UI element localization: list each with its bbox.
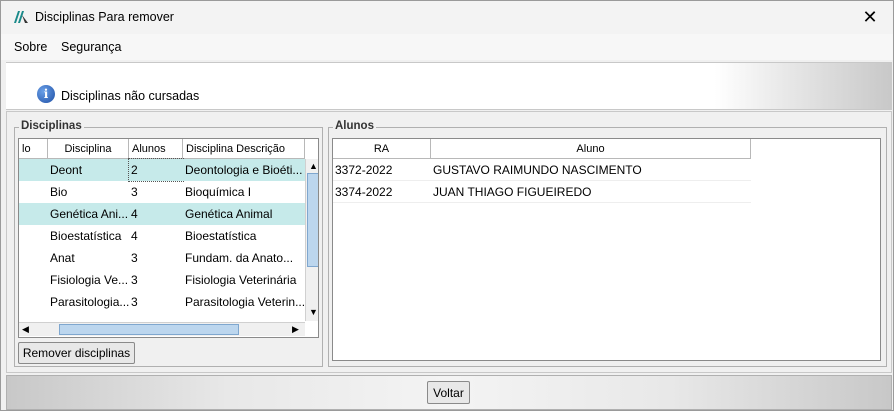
cell-lo[interactable] [19, 203, 48, 225]
scroll-down-icon[interactable]: ▼ [309, 307, 318, 317]
main-window: Disciplinas Para remover ✕ Sobre Seguran… [0, 0, 894, 411]
cell-ra[interactable]: 3374-2022 [333, 181, 431, 203]
close-icon[interactable]: ✕ [847, 1, 893, 34]
cell-descricao[interactable]: Parasitologia Veterin... [183, 291, 305, 313]
title-bar: Disciplinas Para remover ✕ [1, 1, 893, 34]
cell-lo[interactable] [19, 247, 48, 269]
vertical-scrollbar[interactable]: ▲ ▼ [305, 159, 318, 321]
table-row[interactable]: Bio 3 Bioquímica I [19, 181, 305, 203]
app-logo-icon [13, 10, 29, 24]
table-row[interactable]: Fisiologia Ve... 3 Fisiologia Veterinária [19, 269, 305, 291]
col-header-descricao[interactable]: Disciplina Descrição [183, 139, 305, 159]
scroll-up-icon[interactable]: ▲ [309, 161, 318, 171]
table-row[interactable]: Deont 2 Deontologia e Bioéti... [19, 158, 305, 182]
table-row[interactable]: 3374-2022 JUAN THIAGO FIGUEIREDO [333, 181, 751, 203]
info-icon: i [37, 85, 55, 103]
cell-lo[interactable] [19, 181, 48, 203]
alunos-legend: Alunos [333, 120, 376, 132]
table-row[interactable]: Bioestatística 4 Bioestatística [19, 225, 305, 247]
vertical-scroll-thumb[interactable] [307, 173, 318, 267]
table-row[interactable]: Parasitologia... 3 Parasitologia Veterin..… [19, 291, 305, 313]
cell-alunos[interactable]: 3 [129, 291, 183, 313]
horizontal-scroll-thumb[interactable] [59, 324, 239, 335]
cell-alunos[interactable]: 3 [129, 247, 183, 269]
info-header: i Disciplinas não cursadas [6, 62, 892, 110]
cell-lo[interactable] [19, 269, 48, 291]
cell-alunos[interactable]: 2 [128, 158, 184, 182]
col-header-aluno[interactable]: Aluno [431, 139, 751, 159]
alunos-group: Alunos RA Aluno 3372-2022 GUSTAVO RAIMUND… [328, 120, 887, 367]
cell-disciplina[interactable]: Fisiologia Ve... [48, 269, 129, 291]
horizontal-scrollbar[interactable]: ◀ ▶ [19, 322, 305, 336]
window-title: Disciplinas Para remover [35, 10, 174, 24]
voltar-button[interactable]: Voltar [427, 381, 470, 404]
cell-disciplina[interactable]: Bio [48, 181, 129, 203]
remover-disciplinas-button[interactable]: Remover disciplinas [18, 342, 135, 364]
disciplinas-table[interactable]: lo Disciplina Alunos Disciplina Descriçã… [18, 138, 319, 338]
col-header-disciplina[interactable]: Disciplina [48, 139, 129, 159]
cell-aluno[interactable]: GUSTAVO RAIMUNDO NASCIMENTO [431, 159, 751, 181]
cell-descricao[interactable]: Bioquímica I [183, 181, 305, 203]
menu-bar: Sobre Segurança [1, 34, 893, 60]
cell-alunos[interactable]: 4 [129, 203, 183, 225]
table-row[interactable]: 3372-2022 GUSTAVO RAIMUNDO NASCIMENTO [333, 159, 751, 181]
cell-alunos[interactable]: 4 [129, 225, 183, 247]
col-header-lo[interactable]: lo [19, 139, 48, 159]
cell-descricao[interactable]: Fundam. da Anato... [183, 247, 305, 269]
col-header-alunos[interactable]: Alunos [129, 139, 183, 159]
table-row[interactable]: Genética Ani... 4 Genética Animal [19, 203, 305, 225]
cell-alunos[interactable]: 3 [129, 269, 183, 291]
cell-disciplina[interactable]: Parasitologia... [48, 291, 129, 313]
cell-lo[interactable] [19, 225, 48, 247]
menu-sobre[interactable]: Sobre [14, 40, 47, 54]
header-text: Disciplinas não cursadas [61, 89, 200, 103]
cell-disciplina[interactable]: Bioestatística [48, 225, 129, 247]
alunos-table[interactable]: RA Aluno 3372-2022 GUSTAVO RAIMUNDO NASCI… [332, 138, 881, 361]
cell-disciplina[interactable]: Deont [48, 159, 129, 181]
scroll-left-icon[interactable]: ◀ [22, 324, 29, 335]
cell-descricao[interactable]: Deontologia e Bioéti... [183, 159, 305, 181]
disciplinas-group: Disciplinas lo Disciplina Alunos Discipl… [14, 120, 323, 367]
cell-lo[interactable] [19, 291, 48, 313]
cell-descricao[interactable]: Fisiologia Veterinária [183, 269, 305, 291]
scroll-right-icon[interactable]: ▶ [292, 324, 299, 335]
menu-seguranca[interactable]: Segurança [61, 40, 121, 54]
cell-disciplina[interactable]: Genética Ani... [48, 203, 129, 225]
cell-descricao[interactable]: Bioestatística [183, 225, 305, 247]
cell-alunos[interactable]: 3 [129, 181, 183, 203]
cell-ra[interactable]: 3372-2022 [333, 159, 431, 181]
cell-lo[interactable] [19, 159, 48, 181]
cell-aluno[interactable]: JUAN THIAGO FIGUEIREDO [431, 181, 751, 203]
disciplinas-legend: Disciplinas [19, 120, 84, 132]
footer-bar: Voltar [6, 375, 892, 410]
content-area: Disciplinas lo Disciplina Alunos Discipl… [6, 111, 892, 373]
col-header-ra[interactable]: RA [333, 139, 431, 159]
cell-disciplina[interactable]: Anat [48, 247, 129, 269]
cell-descricao[interactable]: Genética Animal [183, 203, 305, 225]
table-row[interactable]: Anat 3 Fundam. da Anato... [19, 247, 305, 269]
